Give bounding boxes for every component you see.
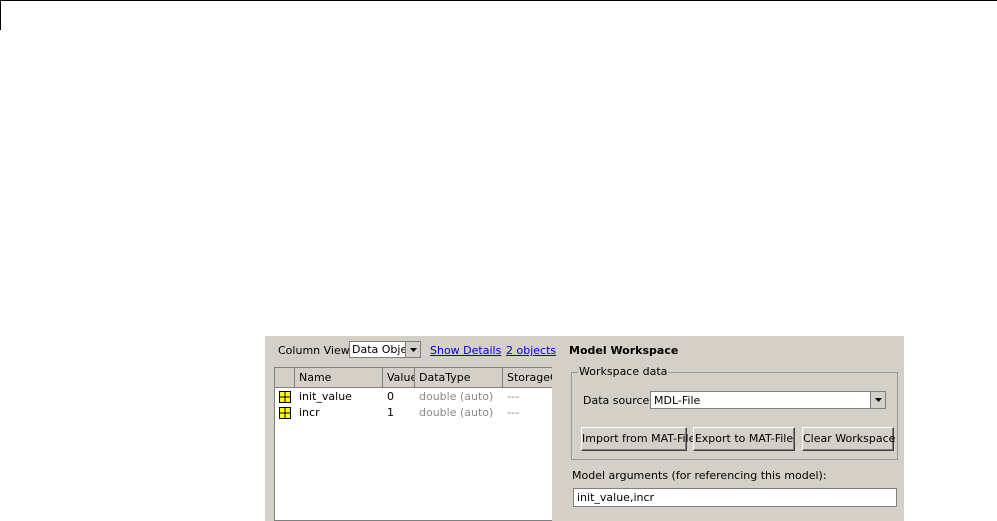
row-value: 1 bbox=[387, 406, 394, 419]
chevron-down-icon[interactable] bbox=[870, 392, 885, 408]
model-arguments-input[interactable]: init_value,incr bbox=[573, 488, 897, 507]
row-datatype: double (auto) bbox=[419, 406, 494, 419]
variable-icon bbox=[279, 407, 291, 419]
column-view-label: Column View: bbox=[278, 344, 353, 357]
show-details-link[interactable]: Show Details bbox=[430, 344, 501, 357]
row-value: 0 bbox=[387, 390, 394, 403]
objects-count-link[interactable]: 2 objects bbox=[506, 344, 556, 357]
row-name: init_value bbox=[299, 390, 352, 403]
row-datatype: double (auto) bbox=[419, 390, 494, 403]
list-header: Name Value DataType StorageClass bbox=[275, 368, 552, 388]
model-workspace-title: Model Workspace bbox=[569, 344, 679, 357]
header-value[interactable]: Value bbox=[383, 368, 415, 387]
model-arguments-value: init_value,incr bbox=[577, 491, 655, 504]
export-to-mat-file-button[interactable]: Export to MAT-File bbox=[693, 427, 795, 451]
table-row[interactable]: init_value 0 double (auto) --- bbox=[275, 389, 552, 405]
data-source-value: MDL-File bbox=[654, 394, 701, 407]
header-storage-class[interactable]: StorageClass bbox=[503, 368, 552, 387]
workspace-data-group: Workspace data Data source: MDL-File Imp… bbox=[571, 365, 898, 460]
header-icon-column[interactable] bbox=[275, 368, 295, 387]
row-storage: --- bbox=[507, 390, 519, 403]
row-name: incr bbox=[299, 406, 320, 419]
clear-workspace-button[interactable]: Clear Workspace bbox=[802, 427, 895, 451]
table-row[interactable]: incr 1 double (auto) --- bbox=[275, 405, 552, 421]
workspace-data-legend: Workspace data bbox=[578, 365, 669, 378]
header-datatype[interactable]: DataType bbox=[415, 368, 503, 387]
model-arguments-label: Model arguments (for referencing this mo… bbox=[572, 469, 827, 482]
data-source-label: Data source: bbox=[583, 394, 653, 407]
import-from-mat-file-button[interactable]: Import from MAT-File bbox=[581, 427, 695, 451]
data-source-dropdown[interactable]: MDL-File bbox=[650, 391, 886, 409]
variables-list[interactable]: Name Value DataType StorageClass init_va… bbox=[274, 367, 552, 521]
variable-icon bbox=[279, 391, 291, 403]
row-storage: --- bbox=[507, 406, 519, 419]
top-border-line bbox=[0, 0, 997, 1]
model-explorer-panel: Column View: Data Objects Show Details 2… bbox=[265, 336, 904, 521]
chevron-down-icon[interactable] bbox=[405, 342, 420, 357]
header-name[interactable]: Name bbox=[295, 368, 383, 387]
left-edge-mark bbox=[0, 0, 1, 30]
column-view-dropdown[interactable]: Data Objects bbox=[349, 341, 421, 358]
